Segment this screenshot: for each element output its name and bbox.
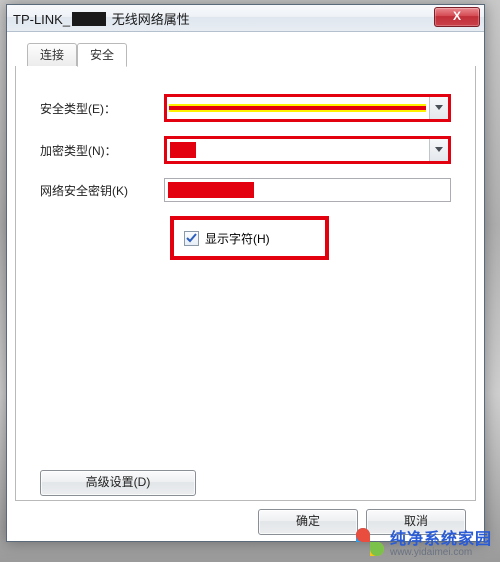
encryption-type-combo[interactable] bbox=[164, 136, 451, 164]
client-area: 连接安全 安全类型(E)： 加密类型(N)： bbox=[15, 39, 476, 541]
title-suffix: 无线网络属性 bbox=[108, 12, 190, 27]
tab-connect[interactable]: 连接 bbox=[27, 43, 77, 66]
ok-button[interactable]: 确定 bbox=[258, 509, 358, 535]
chevron-down-icon bbox=[429, 139, 448, 161]
row-network-key: 网络安全密钥(K) bbox=[40, 178, 451, 202]
form-area: 安全类型(E)： 加密类型(N)： bbox=[16, 66, 475, 270]
row-security-type: 安全类型(E)： bbox=[40, 94, 451, 122]
network-key-redacted bbox=[168, 182, 254, 198]
network-key-input[interactable] bbox=[164, 178, 451, 202]
show-characters-label: 显示字符(H) bbox=[205, 230, 270, 247]
field-security-type bbox=[164, 94, 451, 122]
cancel-button[interactable]: 取消 bbox=[366, 509, 466, 535]
advanced-settings-button[interactable]: 高级设置(D) bbox=[40, 470, 196, 496]
chevron-down-icon bbox=[429, 97, 448, 119]
close-button[interactable]: X bbox=[434, 7, 480, 27]
show-characters-checkbox[interactable] bbox=[184, 231, 199, 246]
field-network-key bbox=[164, 178, 451, 202]
properties-dialog: TP-LINK_ 无线网络属性 X 连接安全 安全类型(E)： bbox=[6, 4, 485, 542]
label-encryption-type: 加密类型(N)： bbox=[40, 142, 164, 159]
show-characters-highlight: 显示字符(H) bbox=[170, 216, 329, 260]
label-network-key: 网络安全密钥(K) bbox=[40, 182, 164, 199]
field-encryption-type bbox=[164, 136, 451, 164]
title-redacted-ssid bbox=[72, 12, 106, 26]
title-prefix: TP-LINK_ bbox=[13, 12, 70, 27]
tab-page-security: 安全类型(E)： 加密类型(N)： bbox=[15, 66, 476, 501]
title-bar[interactable]: TP-LINK_ 无线网络属性 X bbox=[7, 5, 484, 32]
dialog-footer: 确定 取消 bbox=[258, 509, 466, 535]
security-type-combo[interactable] bbox=[164, 94, 451, 122]
row-encryption-type: 加密类型(N)： bbox=[40, 136, 451, 164]
tab-security[interactable]: 安全 bbox=[77, 43, 127, 67]
advanced-area: 高级设置(D) bbox=[16, 270, 475, 496]
label-security-type: 安全类型(E)： bbox=[40, 100, 164, 117]
tab-strip: 连接安全 bbox=[15, 43, 476, 67]
window-title: TP-LINK_ 无线网络属性 bbox=[13, 9, 190, 28]
encryption-value-redacted bbox=[170, 142, 196, 158]
close-icon: X bbox=[453, 9, 461, 23]
check-icon bbox=[186, 233, 197, 244]
